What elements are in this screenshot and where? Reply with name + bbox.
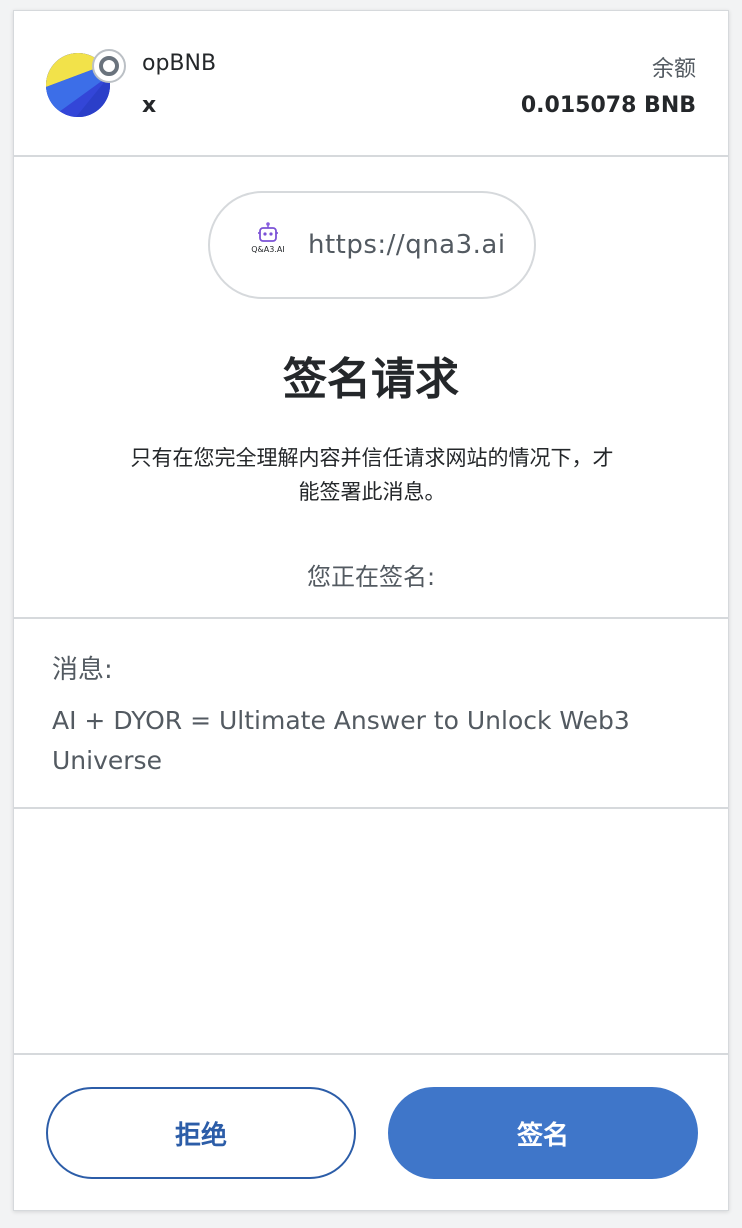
divider <box>14 807 728 809</box>
robot-logo-icon: Q&A3.AI <box>250 222 286 268</box>
site-origin-pill: Q&A3.AI https://qna3.ai <box>208 191 536 299</box>
signing-warning-text: 只有在您完全理解内容并信任请求网站的情况下，才能签署此消息。 <box>130 446 614 504</box>
network-name: opBNB <box>142 51 217 76</box>
footer-divider <box>14 1053 728 1055</box>
network-status-icon <box>92 49 126 83</box>
message-label: 消息: <box>52 655 113 685</box>
balance-value: 0.015078 BNB <box>520 93 696 118</box>
account-header: opBNB x 余额 0.015078 BNB <box>14 11 728 157</box>
origin-url: https://qna3.ai <box>308 230 506 260</box>
account-name: x <box>142 93 157 118</box>
balance-label: 余额 <box>651 57 696 82</box>
account-avatar-group <box>46 49 126 119</box>
sign-button[interactable]: 签名 <box>388 1087 698 1179</box>
message-content: AI + DYOR = Ultimate Answer to Unlock We… <box>52 706 630 775</box>
signing-label: 您正在签名: <box>306 563 436 591</box>
reject-button[interactable]: 拒绝 <box>46 1087 356 1179</box>
signature-request-window: opBNB x 余额 0.015078 BNB Q&A3.AI https://… <box>13 10 729 1211</box>
page-title: 签名请求 <box>283 354 459 405</box>
divider <box>14 617 728 619</box>
site-icon-label: Q&A3.AI <box>251 245 285 254</box>
